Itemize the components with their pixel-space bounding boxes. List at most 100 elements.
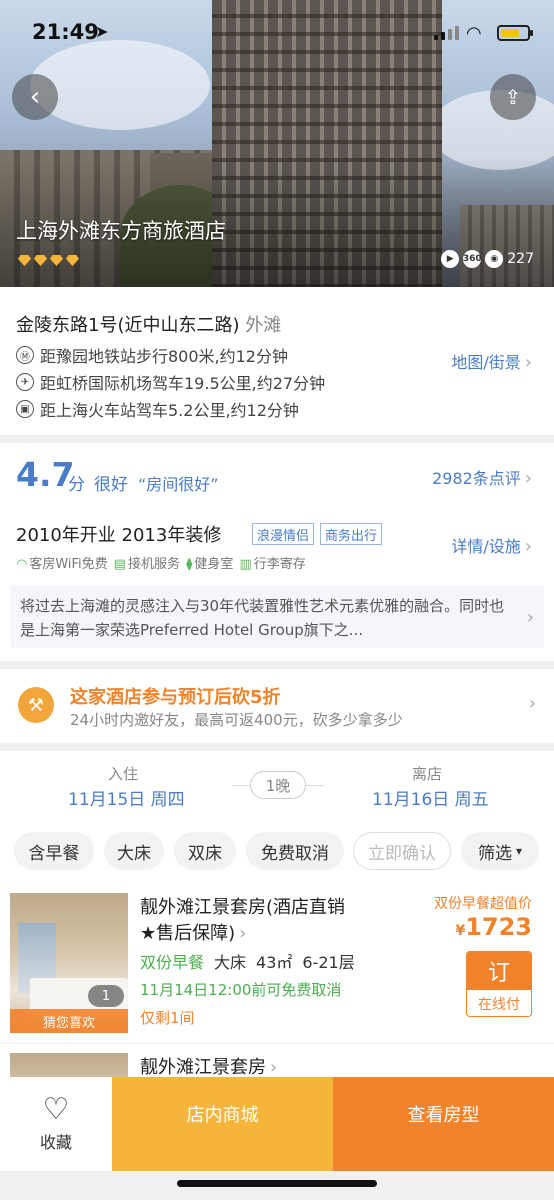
open-renovation-year: 2010年开业 2013年装修 bbox=[16, 525, 222, 546]
hotel-hero-image[interactable]: 21:49 ➤ ◠ ‹ ⇪ 上海外滩东方商旅酒店 ▶ 360 ◉ 227 bbox=[0, 0, 554, 287]
photo-gallery-button[interactable]: ▶ 360 ◉ 227 bbox=[441, 250, 534, 268]
checkin-label: 入住 bbox=[108, 765, 139, 783]
diamond-icon bbox=[66, 255, 79, 266]
street-address: 金陵东路1号(近中山东二路) bbox=[16, 315, 240, 336]
distance-airport: ✈ 距虹桥国际机场驾车19.5公里,约27分钟 bbox=[16, 370, 325, 394]
back-button[interactable]: ‹ bbox=[12, 74, 58, 120]
facility-luggage: ▥ 行李寄存 bbox=[239, 553, 305, 572]
facility-pickup: ▤ 接机服务 bbox=[114, 553, 180, 572]
pay-online-label: 在线付 bbox=[467, 990, 531, 1016]
luggage-icon: ▥ bbox=[239, 557, 252, 572]
room-price: ¥1723 bbox=[455, 913, 532, 941]
chevron-right-icon: › bbox=[524, 352, 532, 373]
chevron-right-icon: › bbox=[270, 1057, 278, 1078]
details-facilities-link[interactable]: 详情/设施 › bbox=[451, 533, 532, 557]
share-icon: ⇪ bbox=[504, 85, 522, 109]
car-icon: ▤ bbox=[113, 557, 126, 572]
mall-label: 店内商城 bbox=[186, 1105, 259, 1126]
chevron-right-icon: › bbox=[524, 468, 532, 489]
rating-quote: “房间很好” bbox=[138, 475, 219, 494]
diamond-icon bbox=[18, 255, 31, 266]
rooms-left: 仅剩1间 bbox=[140, 1009, 195, 1027]
checkin-date[interactable]: 11月15日 周四 bbox=[68, 785, 185, 810]
divider bbox=[306, 785, 324, 786]
heart-icon: ♡ bbox=[42, 1092, 70, 1127]
filter-free-cancel[interactable]: 免费取消 bbox=[246, 832, 344, 870]
photo-count: 227 bbox=[507, 251, 534, 267]
room-name-line1: 靓外滩江景套房 bbox=[140, 1057, 266, 1078]
filter-breakfast[interactable]: 含早餐 bbox=[14, 832, 94, 870]
intro-text: 将过去上海滩的灵感注入与30年代装置雅性艺术元素优雅的融合。同时也是上海第一家荣… bbox=[20, 597, 505, 639]
room-photo[interactable]: 1 猜您喜欢 bbox=[10, 893, 128, 1033]
room-name-line1: 靓外滩江景套房(酒店直销 bbox=[140, 897, 346, 918]
checkout-date[interactable]: 11月16日 周五 bbox=[372, 785, 489, 810]
bottom-action-bar: ♡ 收藏 店内商城 查看房型 bbox=[0, 1077, 554, 1171]
metro-icon: Ⓜ bbox=[16, 346, 34, 364]
checkout-label: 离店 bbox=[412, 765, 443, 783]
chevron-right-icon: › bbox=[524, 536, 532, 557]
map-streetview-link[interactable]: 地图/街景 › bbox=[451, 349, 532, 373]
favorite-button[interactable]: ♡ 收藏 bbox=[0, 1077, 112, 1171]
camera-icon: ◉ bbox=[485, 250, 504, 268]
hotel-intro[interactable]: 将过去上海滩的灵感注入与30年代装置雅性艺术元素优雅的融合。同时也是上海第一家荣… bbox=[10, 586, 544, 648]
promo-banner[interactable]: ⚒ 这家酒店参与预订后砍5折 24小时内邀好友，最高可返400元，砍多少拿多少 … bbox=[0, 669, 554, 743]
filter-twin-bed[interactable]: 双床 bbox=[174, 832, 236, 870]
distance-text: 距豫园地铁站步行800米,约12分钟 bbox=[40, 347, 288, 366]
facility-label: 客房WiFi免费 bbox=[29, 557, 108, 572]
distance-text: 距上海火车站驾车5.2公里,约12分钟 bbox=[40, 401, 299, 420]
distance-metro: Ⓜ 距豫园地铁站步行800米,约12分钟 bbox=[16, 343, 288, 367]
filter-instant-confirm[interactable]: 立即确认 bbox=[353, 832, 451, 870]
rating-score: 4.7 bbox=[16, 455, 75, 494]
facility-label: 行李寄存 bbox=[253, 557, 306, 572]
deal-label: 双份早餐超值价 bbox=[434, 896, 532, 912]
nights-count: 1晚 bbox=[250, 771, 306, 799]
view-rooms-button[interactable]: 查看房型 bbox=[333, 1077, 554, 1171]
map-link-label: 地图/街景 bbox=[451, 353, 521, 372]
facility-label: 健身室 bbox=[194, 557, 234, 572]
rating-section: 4.7 分 很好 “房间很好” 2982条点评 › 2010年开业 2013年装修… bbox=[0, 443, 554, 661]
book-button[interactable]: 订 在线付 bbox=[466, 951, 532, 1017]
divider bbox=[0, 1043, 554, 1044]
rating-unit: 分 bbox=[68, 475, 85, 495]
location-arrow-icon: ➤ bbox=[95, 22, 109, 41]
date-selector[interactable]: 入住 11月15日 周四 1晚 离店 11月16日 周五 bbox=[0, 751, 554, 819]
play-icon: ▶ bbox=[441, 250, 460, 268]
hotel-mall-button[interactable]: 店内商城 bbox=[112, 1077, 333, 1171]
share-button[interactable]: ⇪ bbox=[490, 74, 536, 120]
tag-business: 商务出行 bbox=[320, 523, 383, 545]
signal-icon bbox=[434, 26, 459, 40]
area-name: 外滩 bbox=[245, 315, 282, 336]
room-name[interactable]: 靓外滩江景套房(酒店直销 ★售后保障) › bbox=[140, 895, 345, 947]
chevron-right-icon: › bbox=[528, 693, 536, 714]
home-indicator bbox=[177, 1180, 377, 1187]
status-bar: 21:49 ➤ ◠ bbox=[0, 18, 554, 52]
plane-icon: ✈ bbox=[16, 373, 34, 391]
room-name-line2: ★售后保障) bbox=[140, 923, 236, 944]
battery-icon bbox=[497, 25, 533, 41]
details-link-label: 详情/设施 bbox=[451, 537, 521, 556]
status-time: 21:49 bbox=[32, 20, 99, 44]
room-size: 43㎡ bbox=[256, 953, 293, 972]
filter-king-bed[interactable]: 大床 bbox=[104, 832, 164, 870]
panorama-360-icon: 360 bbox=[463, 250, 482, 268]
floor-range: 6-21层 bbox=[302, 953, 355, 972]
hotel-address: 金陵东路1号(近中山东二路) 外滩 bbox=[16, 311, 281, 337]
reviews-link-label: 2982条点评 bbox=[432, 469, 521, 488]
book-label: 订 bbox=[467, 952, 531, 990]
breakfast-info: 双份早餐 bbox=[140, 953, 205, 972]
filter-more-button[interactable]: 筛选 ▾ bbox=[461, 832, 539, 870]
facility-wifi: ◠ 客房WiFi免费 bbox=[16, 553, 108, 572]
cancel-policy: 11月14日12:00前可免费取消 bbox=[140, 981, 342, 999]
distance-text: 距虹桥国际机场驾车19.5公里,约27分钟 bbox=[40, 374, 326, 393]
hotel-name: 上海外滩东方商旅酒店 bbox=[16, 219, 226, 243]
promo-title: 这家酒店参与预订后砍5折 bbox=[70, 687, 281, 708]
reviews-link[interactable]: 2982条点评 › bbox=[432, 465, 532, 489]
facility-gym: ⧫ 健身室 bbox=[186, 553, 233, 572]
bed-type: 大床 bbox=[214, 953, 247, 972]
diamond-icon bbox=[34, 255, 47, 266]
room-list: 1 猜您喜欢 靓外滩江景套房(酒店直销 ★售后保障) › 双份早餐 大床 43㎡ … bbox=[0, 885, 554, 1085]
hammer-icon: ⚒ bbox=[18, 687, 54, 723]
room-attributes: 双份早餐 大床 43㎡ 6-21层 bbox=[140, 949, 355, 973]
chevron-left-icon: ‹ bbox=[29, 82, 41, 112]
filter-more-label: 筛选 bbox=[477, 843, 512, 864]
